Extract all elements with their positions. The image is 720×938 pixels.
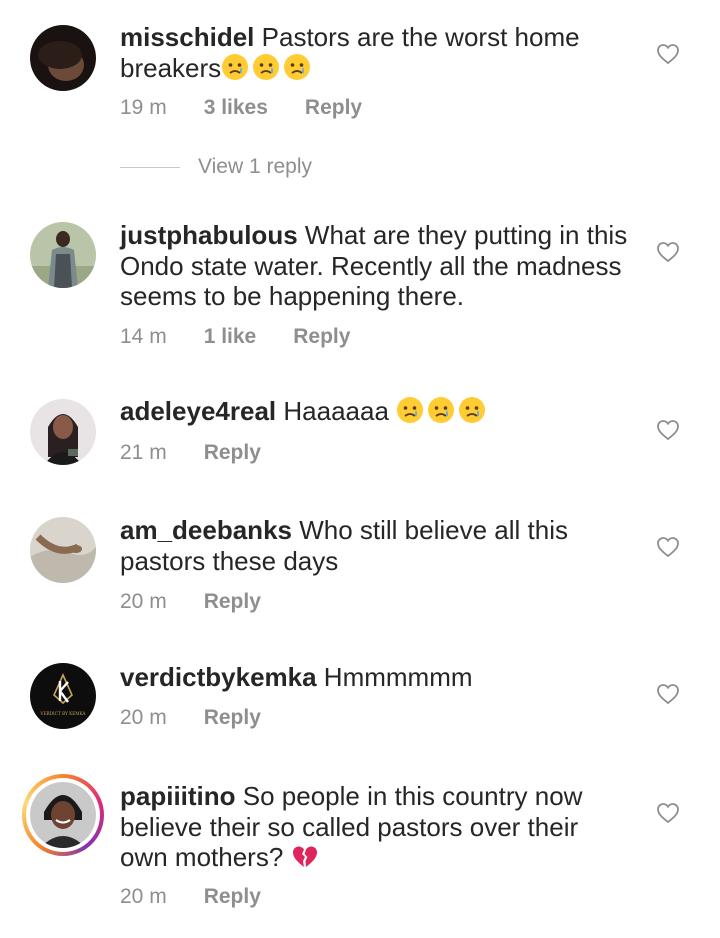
comment-username[interactable]: papiiitino	[120, 781, 236, 811]
comment-username[interactable]: adeleye4real	[120, 396, 276, 426]
comment-meta: 20 m Reply	[120, 885, 298, 909]
avatar[interactable]	[30, 517, 96, 583]
view-replies-label: View 1 reply	[198, 155, 313, 178]
heart-icon[interactable]	[656, 42, 680, 66]
comment-time: 21 m	[120, 441, 167, 464]
comment-body: misschidel Pastors are the worst home br…	[120, 22, 630, 83]
avatar	[26, 778, 100, 852]
comment-body: adeleye4real Haaaaaa	[120, 396, 630, 427]
avatar[interactable]	[30, 222, 96, 288]
heart-icon[interactable]	[656, 535, 680, 559]
comment-time: 14 m	[120, 325, 167, 348]
comment-time: 20 m	[120, 590, 167, 613]
crying-face-icon	[221, 53, 252, 83]
crying-face-icon	[283, 53, 314, 83]
reply-button[interactable]: Reply	[204, 590, 261, 614]
crying-face-icon	[396, 396, 427, 426]
heart-icon[interactable]	[656, 240, 680, 264]
reply-button[interactable]: Reply	[204, 885, 261, 909]
comment-meta: 14 m 1 like Reply	[120, 325, 387, 349]
comment-meta: 21 m Reply	[120, 441, 298, 465]
heart-icon[interactable]	[656, 418, 680, 442]
comment-username[interactable]: justphabulous	[120, 220, 298, 250]
avatar-logo-text: VERDICT BY KEMKA	[39, 711, 86, 716]
comment-username[interactable]: verdictbykemka	[120, 662, 317, 692]
reply-button[interactable]: Reply	[293, 325, 350, 349]
heart-icon[interactable]	[656, 801, 680, 825]
crying-face-icon	[427, 396, 458, 426]
reply-button[interactable]: Reply	[204, 706, 261, 730]
reply-button[interactable]: Reply	[305, 96, 362, 120]
broken-heart-icon	[291, 842, 322, 872]
reply-button[interactable]: Reply	[204, 441, 261, 465]
comment-text: Hmmmmmm	[323, 662, 473, 692]
crying-face-icon	[458, 396, 489, 426]
avatar[interactable]: VERDICT BY KEMKA	[30, 663, 96, 729]
heart-icon[interactable]	[656, 682, 680, 706]
view-replies-button[interactable]: View 1 reply	[120, 155, 312, 179]
comment-time: 20 m	[120, 885, 167, 908]
crying-face-icon	[252, 53, 283, 83]
comment-username[interactable]: am_deebanks	[120, 515, 292, 545]
comment-body: am_deebanks Who still believe all this p…	[120, 515, 630, 576]
likes-count[interactable]: 1 like	[204, 325, 257, 349]
comment-meta: 20 m Reply	[120, 706, 298, 730]
comment-body: justphabulous What are they putting in t…	[120, 220, 630, 312]
comment-meta: 20 m Reply	[120, 590, 298, 614]
comment-meta: 19 m 3 likes Reply	[120, 96, 399, 120]
comment-body: papiiitino So people in this country now…	[120, 781, 630, 873]
likes-count[interactable]: 3 likes	[204, 96, 268, 120]
avatar[interactable]	[30, 25, 96, 91]
comment-time: 19 m	[120, 96, 167, 119]
comment-body: verdictbykemka Hmmmmmm	[120, 662, 630, 693]
avatar[interactable]	[30, 399, 96, 465]
view-replies-divider	[120, 166, 180, 168]
comment-username[interactable]: misschidel	[120, 22, 254, 52]
avatar-story-ring[interactable]	[22, 774, 104, 856]
comment-text: Haaaaaa	[283, 396, 389, 426]
comment-time: 20 m	[120, 706, 167, 729]
